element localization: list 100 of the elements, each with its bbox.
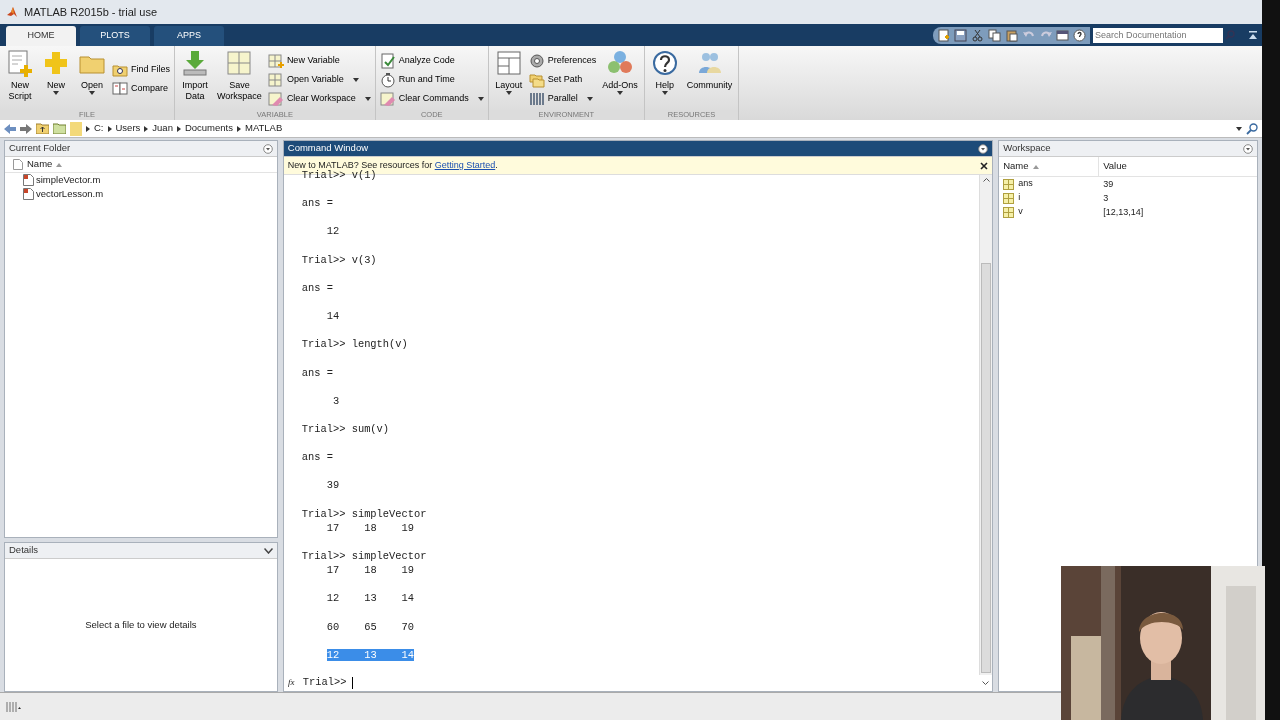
ribbon-button[interactable]: Open Variable	[267, 71, 371, 88]
path-segment[interactable]: Juan	[152, 121, 173, 136]
output-line: 60 65 70	[325, 619, 416, 634]
variable-name[interactable]: i	[999, 191, 1100, 205]
ribbon-button[interactable]: Community	[684, 49, 735, 110]
column-header[interactable]: Name	[1003, 159, 1029, 174]
search-field[interactable]: Search Documentation	[1093, 27, 1223, 43]
ribbon-button[interactable]: Import Data	[179, 49, 211, 110]
ribbon-button[interactable]: Compare	[112, 80, 170, 98]
dropdown-icon[interactable]	[262, 143, 273, 154]
ribbon-button[interactable]: Add-Ons	[600, 49, 640, 110]
details-message: Select a file to view details	[85, 617, 197, 632]
variable-name[interactable]: ans	[999, 177, 1100, 191]
command-line: Trial>> simpleVector	[301, 506, 428, 521]
tab[interactable]: PLOTS	[80, 26, 150, 46]
path-segment[interactable]: Users	[115, 121, 141, 136]
caret-icon[interactable]	[1236, 126, 1242, 131]
checklist-icon	[379, 52, 396, 69]
sort-icon	[56, 162, 63, 167]
gear-icon	[528, 52, 545, 69]
command-line: Trial>> simpleVector	[301, 548, 428, 564]
ribbon-button[interactable]: Layout	[492, 49, 525, 110]
grid-icon	[1003, 178, 1015, 190]
dropdown-icon[interactable]	[1243, 143, 1253, 154]
help-icon[interactable]	[1073, 28, 1086, 42]
documents-icon	[112, 81, 128, 97]
ribbon-button[interactable]: Parallel	[528, 90, 597, 107]
output-line: 39	[325, 478, 341, 493]
variable-name[interactable]: v	[999, 205, 1100, 219]
window-title: MATLAB R2015b - trial use	[24, 4, 158, 20]
browse-icon[interactable]	[53, 123, 66, 134]
path-segment[interactable]: C:	[94, 121, 104, 136]
document-icon	[23, 188, 34, 200]
folders-icon	[528, 71, 545, 88]
help-icon	[650, 49, 679, 77]
path-segment[interactable]: MATLAB	[245, 121, 283, 136]
paste-icon[interactable]	[1005, 28, 1018, 42]
close-icon[interactable]	[980, 161, 989, 170]
path-segment[interactable]: Documents	[184, 121, 233, 136]
column-header[interactable]: Name	[27, 157, 53, 172]
output-line: 17 18 19	[325, 563, 416, 578]
ribbon-button[interactable]: New Variable	[267, 52, 371, 69]
plus-icon	[42, 49, 70, 77]
ribbon-button[interactable]: Find Files	[112, 61, 170, 79]
grid-icon	[267, 71, 284, 88]
panel-title: Command Window	[287, 141, 369, 156]
scrollbar-thumb[interactable]	[981, 263, 992, 673]
banner-text: New to MATLAB? See resources for Getting Started.	[287, 158, 498, 170]
ribbon-button[interactable]: Help	[648, 49, 681, 110]
folder-search-icon	[112, 62, 128, 78]
ribbon-button[interactable]: Analyze Code	[379, 52, 484, 69]
output-line: 12	[325, 224, 341, 239]
panel-title: Details	[9, 543, 39, 558]
ribbon-button[interactable]: Preferences	[528, 52, 597, 69]
chevron-icon	[86, 125, 90, 132]
page-plus-icon	[6, 49, 34, 77]
layout-icon	[494, 49, 523, 77]
grid-icon	[225, 49, 254, 77]
search-icon[interactable]	[1246, 122, 1258, 135]
command-line: Trial>> length(v)	[301, 337, 409, 352]
output-line: ans =	[301, 365, 334, 380]
windows-icon[interactable]	[1056, 28, 1069, 42]
new-icon[interactable]	[937, 28, 950, 42]
ribbon-button[interactable]: Run and Time	[379, 71, 484, 88]
back-icon[interactable]	[4, 123, 16, 134]
stopwatch-icon	[379, 71, 396, 88]
ribbon-button[interactable]: Clear Workspace	[267, 90, 371, 107]
variable-value: 3	[1102, 192, 1110, 205]
ribbon-button[interactable]: Clear Commands	[379, 90, 484, 107]
ribbon-button[interactable]: New Script	[4, 49, 36, 110]
ribbon-button[interactable]: Save Workspace	[215, 49, 264, 110]
eraser-icon	[379, 90, 396, 107]
logo-icon	[6, 6, 18, 18]
chevron-icon	[176, 125, 181, 132]
ribbon-button[interactable]: Set Path	[528, 71, 597, 88]
collapse-icon[interactable]	[1248, 30, 1258, 40]
tab[interactable]: HOME	[6, 26, 76, 46]
scrollbar[interactable]	[979, 175, 993, 675]
dropdown-icon[interactable]	[978, 143, 989, 154]
file-item[interactable]: vectorLesson.m	[5, 187, 277, 201]
cut-icon[interactable]	[971, 28, 984, 42]
variable-value: [12,13,14]	[1102, 206, 1145, 219]
chevron-down-icon[interactable]	[263, 547, 273, 554]
forward-icon[interactable]	[20, 123, 32, 134]
ribbon-button[interactable]: Open	[76, 49, 108, 110]
command-line: Trial>> sum(v)	[301, 421, 391, 437]
output-line: 12 13 14	[325, 591, 416, 606]
copy-icon[interactable]	[988, 28, 1001, 42]
text-cursor	[352, 677, 354, 689]
chevron-icon	[237, 125, 241, 132]
tab[interactable]: APPS	[154, 26, 224, 46]
ribbon-button[interactable]: New	[40, 49, 72, 110]
up-folder-icon[interactable]	[36, 123, 49, 134]
output-line: 17 18 19	[325, 520, 416, 535]
column-header[interactable]: Value	[1103, 159, 1127, 174]
output-line: ans =	[301, 196, 334, 211]
save-icon[interactable]	[954, 28, 967, 42]
function-icon[interactable]: fx	[283, 676, 299, 690]
chevron-icon	[144, 125, 149, 132]
file-item[interactable]: simpleVector.m	[5, 173, 277, 187]
